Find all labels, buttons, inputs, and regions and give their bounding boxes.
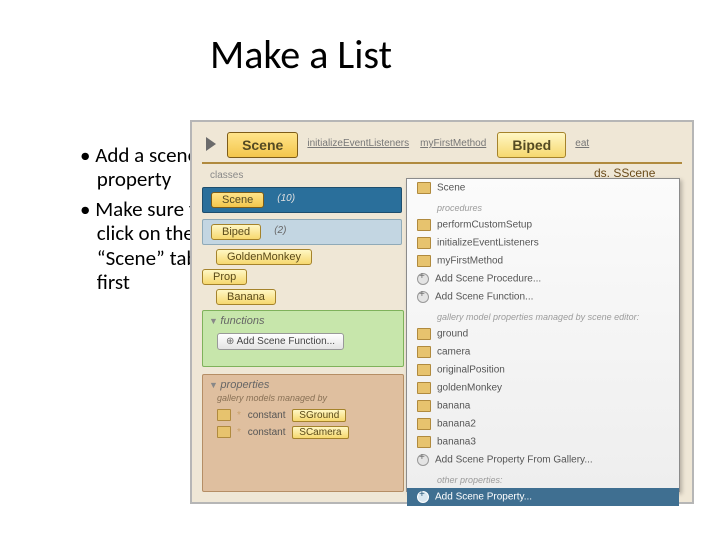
folder-icon <box>217 409 231 421</box>
folder-icon <box>417 219 431 231</box>
plus-icon <box>417 454 429 466</box>
menu-camera[interactable]: camera <box>407 343 679 361</box>
properties-note: gallery models managed by <box>203 391 403 407</box>
menu-add-scene-property[interactable]: Add Scene Property... <box>407 488 679 506</box>
menu-banana2[interactable]: banana2 <box>407 415 679 433</box>
screenshot-area: Scene initializeEventListeners myFirstMe… <box>190 120 694 504</box>
tab-bar: Scene initializeEventListeners myFirstMe… <box>202 132 682 164</box>
properties-panel: properties gallery models managed by * c… <box>202 374 404 492</box>
class-biped-count: (2) <box>274 225 286 236</box>
folder-icon <box>417 182 431 194</box>
class-prop-chip: Prop <box>202 269 247 285</box>
menu-scene[interactable]: Scene <box>407 179 679 197</box>
folder-icon <box>417 237 431 249</box>
functions-header[interactable]: functions <box>203 311 403 327</box>
menu-gallery-label: gallery model properties managed by scen… <box>407 306 679 325</box>
folder-icon <box>417 382 431 394</box>
plus-icon <box>417 273 429 285</box>
const-scamera[interactable]: * constant SCamera <box>203 424 403 441</box>
folder-icon <box>417 436 431 448</box>
menu-add-from-gallery[interactable]: Add Scene Property From Gallery... <box>407 451 679 469</box>
menu-banana[interactable]: banana <box>407 397 679 415</box>
slide-title: Make a List <box>210 30 392 79</box>
plus-icon <box>417 491 429 503</box>
folder-icon <box>417 346 431 358</box>
folder-icon <box>417 328 431 340</box>
menu-add-scene-procedure[interactable]: Add Scene Procedure... <box>407 270 679 288</box>
class-scene-row[interactable]: Scene (10) <box>202 187 402 213</box>
menu-add-scene-function[interactable]: Add Scene Function... <box>407 288 679 306</box>
menu-ground[interactable]: ground <box>407 325 679 343</box>
tab-init-listeners[interactable]: initializeEventListeners <box>307 138 409 149</box>
classes-label: classes <box>210 170 402 181</box>
context-menu: Scene procedures performCustomSetup init… <box>406 178 680 492</box>
run-icon[interactable] <box>206 137 216 151</box>
class-scene-chip: Scene <box>211 192 264 208</box>
class-biped-chip: Biped <box>211 224 261 240</box>
folder-icon <box>417 255 431 267</box>
folder-icon <box>417 400 431 412</box>
menu-original-position[interactable]: originalPosition <box>407 361 679 379</box>
class-scene-count: (10) <box>277 193 295 204</box>
tab-biped[interactable]: Biped <box>497 132 566 158</box>
menu-golden-monkey[interactable]: goldenMonkey <box>407 379 679 397</box>
menu-other-label: other properties: <box>407 469 679 488</box>
tab-biped-eat[interactable]: eat <box>575 138 589 149</box>
menu-banana3[interactable]: banana3 <box>407 433 679 451</box>
menu-procedures-label: procedures <box>407 197 679 216</box>
menu-perform-custom-setup[interactable]: performCustomSetup <box>407 216 679 234</box>
folder-icon <box>217 426 231 438</box>
properties-header[interactable]: properties <box>203 375 403 391</box>
class-goldenmonkey-chip[interactable]: GoldenMonkey <box>216 249 312 265</box>
class-prop-row[interactable]: Prop <box>202 269 402 285</box>
const-scamera-chip: SCamera <box>292 426 348 439</box>
class-biped-row[interactable]: Biped (2) <box>202 219 402 245</box>
tab-scene[interactable]: Scene <box>227 132 298 158</box>
class-banana-chip[interactable]: Banana <box>216 289 276 305</box>
functions-panel: functions Add Scene Function... <box>202 310 404 367</box>
const-sground[interactable]: * constant SGround <box>203 407 403 424</box>
folder-icon <box>417 418 431 430</box>
tab-my-first-method[interactable]: myFirstMethod <box>420 138 486 149</box>
add-scene-function-button[interactable]: Add Scene Function... <box>217 333 344 350</box>
plus-icon <box>417 291 429 303</box>
menu-my-first-method[interactable]: myFirstMethod <box>407 252 679 270</box>
menu-initialize-event-listeners[interactable]: initializeEventListeners <box>407 234 679 252</box>
const-sground-chip: SGround <box>292 409 346 422</box>
folder-icon <box>417 364 431 376</box>
